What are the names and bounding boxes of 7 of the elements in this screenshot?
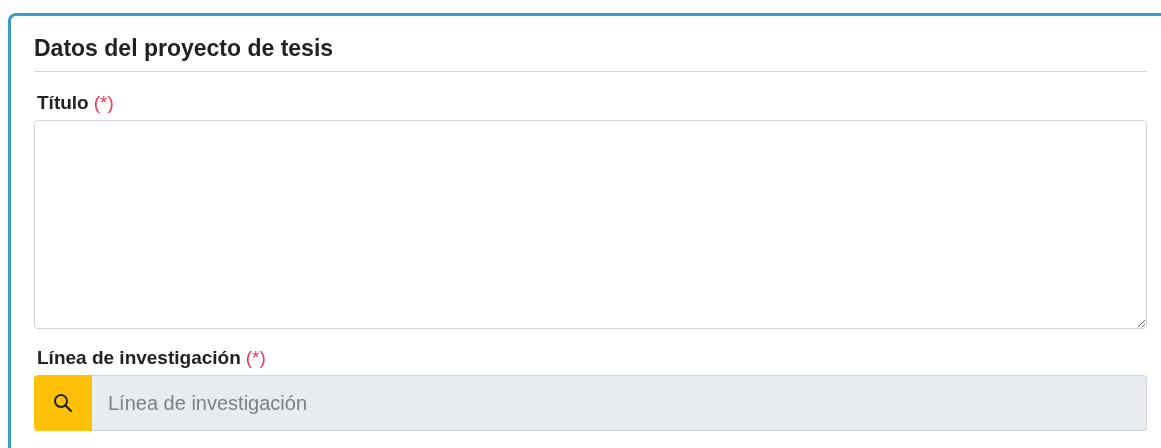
field-label: Título	[37, 92, 89, 114]
required-mark: (*)	[93, 92, 114, 114]
search-button[interactable]	[34, 375, 92, 431]
section-title: Datos del proyecto de tesis	[34, 34, 335, 62]
required-mark: (*)	[245, 347, 266, 369]
field-label: Línea de investigación	[37, 347, 241, 369]
search-icon	[53, 393, 73, 413]
